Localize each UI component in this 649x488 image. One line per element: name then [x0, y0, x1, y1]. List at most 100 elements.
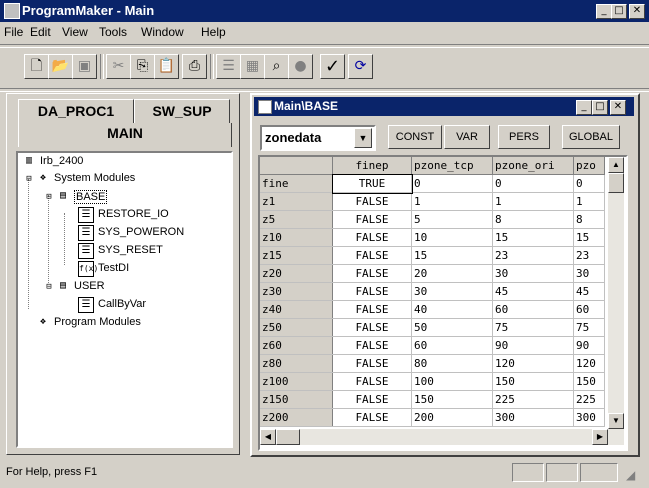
- row-header[interactable]: z150: [260, 390, 333, 409]
- tree-item-base[interactable]: BASE: [74, 190, 108, 204]
- row-header[interactable]: z5: [260, 210, 333, 229]
- table-cell[interactable]: 15: [492, 228, 574, 247]
- column-header[interactable]: pzone_tcp: [411, 157, 493, 175]
- table-cell[interactable]: 45: [492, 282, 574, 301]
- table-cell[interactable]: TRUE: [331, 173, 413, 194]
- table-row[interactable]: z5 FALSE 5 8 8: [260, 210, 605, 229]
- app-icon[interactable]: [4, 3, 20, 19]
- table-row[interactable]: fine TRUE 0 0 0: [260, 173, 605, 194]
- var-button[interactable]: VAR: [444, 125, 490, 149]
- table-cell[interactable]: 20: [411, 264, 493, 283]
- close-button[interactable]: ✕: [629, 4, 645, 19]
- menu-file[interactable]: File: [4, 25, 23, 39]
- tab-main[interactable]: MAIN: [18, 123, 232, 147]
- tree-item-system-modules[interactable]: System Modules: [54, 172, 135, 184]
- tree-item-program-modules[interactable]: Program Modules: [54, 316, 141, 328]
- table-row[interactable]: z15 FALSE 15 23 23: [260, 246, 605, 265]
- pers-button[interactable]: PERS: [498, 125, 550, 149]
- global-button[interactable]: GLOBAL: [562, 125, 620, 149]
- table-cell[interactable]: 150: [411, 390, 493, 409]
- table-cell[interactable]: FALSE: [332, 336, 412, 355]
- table-row[interactable]: z30 FALSE 30 45 45: [260, 282, 605, 301]
- table-cell[interactable]: 60: [492, 300, 574, 319]
- row-header[interactable]: z80: [260, 354, 333, 373]
- scroll-left-icon[interactable]: ◀: [260, 429, 276, 445]
- tree-item-restore-io[interactable]: RESTORE_IO: [98, 208, 169, 220]
- tab-da-proc1[interactable]: DA_PROC1: [18, 99, 134, 125]
- row-header[interactable]: z100: [260, 372, 333, 391]
- row-header[interactable]: z10: [260, 228, 333, 247]
- row-header[interactable]: z50: [260, 318, 333, 337]
- open-icon[interactable]: 📂: [48, 54, 73, 79]
- resize-grip-icon[interactable]: ◢: [626, 468, 635, 482]
- row-header[interactable]: z15: [260, 246, 333, 265]
- update-icon[interactable]: ⟳: [348, 54, 373, 79]
- check-icon[interactable]: ✓: [320, 54, 345, 79]
- minimize-button[interactable]: _: [596, 4, 612, 19]
- maximize-button[interactable]: □: [611, 4, 627, 19]
- table-row[interactable]: z200 FALSE 200 300 300: [260, 408, 605, 427]
- table-cell[interactable]: 150: [573, 372, 605, 391]
- table-cell[interactable]: FALSE: [332, 318, 412, 337]
- table-cell[interactable]: 90: [492, 336, 574, 355]
- table-cell[interactable]: 200: [411, 408, 493, 427]
- table-row[interactable]: z50 FALSE 50 75 75: [260, 318, 605, 337]
- table-cell[interactable]: 225: [573, 390, 605, 409]
- table-cell[interactable]: 300: [573, 408, 605, 427]
- tree-item-testdi[interactable]: TestDI: [98, 262, 129, 274]
- table-row[interactable]: z60 FALSE 60 90 90: [260, 336, 605, 355]
- row-header[interactable]: z1: [260, 192, 333, 211]
- table-cell[interactable]: FALSE: [332, 228, 412, 247]
- table-cell[interactable]: 8: [492, 210, 574, 229]
- table-row[interactable]: z20 FALSE 20 30 30: [260, 264, 605, 283]
- table-icon[interactable]: ▦: [240, 54, 265, 79]
- table-cell[interactable]: FALSE: [332, 282, 412, 301]
- paste-icon[interactable]: 📋: [154, 54, 179, 79]
- table-cell[interactable]: 1: [573, 192, 605, 211]
- module-tree[interactable]: ▥ Irb_2400 ⊟ ❖ System Modules ⊟ ▤ BASE ☰…: [16, 151, 233, 448]
- table-cell[interactable]: FALSE: [332, 192, 412, 211]
- table-cell[interactable]: 1: [411, 192, 493, 211]
- table-cell[interactable]: 0: [573, 174, 605, 193]
- table-cell[interactable]: FALSE: [332, 408, 412, 427]
- scroll-down-icon[interactable]: ▼: [608, 413, 624, 429]
- form-icon[interactable]: ☰: [216, 54, 241, 79]
- table-cell[interactable]: 90: [573, 336, 605, 355]
- table-cell[interactable]: 50: [411, 318, 493, 337]
- scroll-right-icon[interactable]: ▶: [592, 429, 608, 445]
- menu-tools[interactable]: Tools: [99, 25, 127, 39]
- table-row[interactable]: z1 FALSE 1 1 1: [260, 192, 605, 211]
- row-header[interactable]: z30: [260, 282, 333, 301]
- table-cell[interactable]: 30: [492, 264, 574, 283]
- table-cell[interactable]: 75: [492, 318, 574, 337]
- hscroll-thumb[interactable]: [276, 429, 300, 445]
- save-icon[interactable]: ▣: [72, 54, 97, 79]
- tree-item-sys-poweron[interactable]: SYS_POWERON: [98, 226, 184, 238]
- table-cell[interactable]: 100: [411, 372, 493, 391]
- table-cell[interactable]: 150: [492, 372, 574, 391]
- column-header[interactable]: pzone_ori: [492, 157, 574, 175]
- table-row[interactable]: z80 FALSE 80 120 120: [260, 354, 605, 373]
- table-cell[interactable]: 15: [411, 246, 493, 265]
- cut-icon[interactable]: ✂: [106, 54, 131, 79]
- table-cell[interactable]: 45: [573, 282, 605, 301]
- table-row[interactable]: z40 FALSE 40 60 60: [260, 300, 605, 319]
- tree-item-user[interactable]: USER: [74, 280, 105, 292]
- table-cell[interactable]: 120: [573, 354, 605, 373]
- scroll-up-icon[interactable]: ▲: [608, 157, 624, 173]
- column-header[interactable]: pzo: [573, 157, 605, 175]
- minimize-button[interactable]: _: [576, 100, 592, 115]
- row-header[interactable]: z60: [260, 336, 333, 355]
- table-cell[interactable]: 80: [411, 354, 493, 373]
- tab-sw-sup[interactable]: SW_SUP: [134, 99, 230, 125]
- table-cell[interactable]: 8: [573, 210, 605, 229]
- table-cell[interactable]: 30: [573, 264, 605, 283]
- column-header[interactable]: finep: [332, 157, 412, 175]
- vertical-scrollbar[interactable]: ▲ ▼: [608, 157, 624, 429]
- row-header[interactable]: z40: [260, 300, 333, 319]
- collapse-icon[interactable]: ⊟: [22, 172, 36, 186]
- print-icon[interactable]: ⎙: [182, 54, 207, 79]
- table-cell[interactable]: FALSE: [332, 354, 412, 373]
- table-cell[interactable]: 120: [492, 354, 574, 373]
- table-cell[interactable]: 30: [411, 282, 493, 301]
